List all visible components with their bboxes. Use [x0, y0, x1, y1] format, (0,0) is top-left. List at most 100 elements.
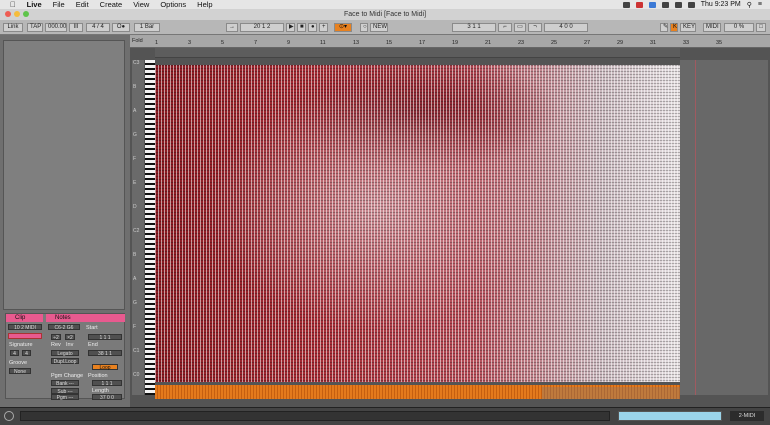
- quantize-dropdown[interactable]: 1 Bar: [134, 23, 160, 32]
- ruler-mark: 23: [518, 40, 525, 46]
- loop-length-field[interactable]: 4 0 0: [544, 23, 588, 32]
- track-name-badge[interactable]: 2-MIDI: [730, 411, 764, 421]
- key-label: A: [133, 276, 137, 282]
- ruler-mark: 15: [386, 40, 393, 46]
- menu-view[interactable]: View: [133, 0, 149, 9]
- timeline-ruler[interactable]: Fold 1 3 5 7 9 11 13 15 17 19 21 23 25 27 29 31 33 35: [130, 35, 770, 48]
- draw-mode-icon[interactable]: ✎: [660, 23, 668, 32]
- length-field[interactable]: 37 0 0: [92, 394, 122, 401]
- groove-label: Groove: [9, 360, 28, 366]
- clip-name-field[interactable]: 10 2 MIDI: [8, 324, 42, 331]
- screen-icon[interactable]: [622, 1, 630, 8]
- start-field[interactable]: 1 1 1: [88, 334, 122, 341]
- key-map-button[interactable]: KEY: [680, 23, 696, 32]
- reverse-button[interactable]: Rev: [51, 342, 61, 348]
- close-icon[interactable]: [5, 11, 11, 17]
- clock-text[interactable]: Thu 9:23 PM: [701, 1, 741, 8]
- link-button[interactable]: Link: [3, 23, 23, 32]
- legato-button[interactable]: Legato: [51, 350, 79, 357]
- fold-button[interactable]: Fold: [132, 38, 143, 44]
- stop-button[interactable]: ■: [297, 23, 306, 32]
- empty-clip-area: [680, 60, 768, 395]
- list-icon[interactable]: ≡: [758, 1, 762, 8]
- wifi-icon[interactable]: [661, 1, 669, 8]
- note-grid[interactable]: [155, 65, 680, 382]
- clip-view: Clip Notes 10 2 MIDI Signature 4 4 Groov…: [5, 313, 125, 401]
- key-label: G: [133, 300, 137, 306]
- groove-dropdown[interactable]: None: [9, 368, 31, 375]
- ruler-mark: 29: [617, 40, 624, 46]
- volume-icon[interactable]: [674, 1, 682, 8]
- loop-end-marker[interactable]: [695, 60, 696, 395]
- search-icon[interactable]: ⚲: [747, 1, 752, 9]
- ruler-mark: 35: [716, 40, 723, 46]
- key-map-icon[interactable]: K: [670, 23, 678, 32]
- menu-file[interactable]: File: [53, 0, 65, 9]
- loop-brace-area[interactable]: [155, 48, 680, 58]
- new-button[interactable]: NEW: [370, 23, 388, 32]
- loop-switch-button[interactable]: ▭: [514, 23, 526, 32]
- punch-in-button[interactable]: ⌐: [498, 23, 512, 32]
- song-position-field[interactable]: 20 1 2: [240, 23, 284, 32]
- clip-header[interactable]: Clip: [6, 314, 43, 322]
- loop-start-field[interactable]: 3 1 1: [452, 23, 496, 32]
- invert-button[interactable]: Inv: [66, 342, 73, 348]
- ruler-mark: 7: [254, 40, 258, 46]
- double-button[interactable]: ×2: [65, 334, 75, 341]
- key-label: C2: [133, 228, 140, 234]
- record-button[interactable]: ●: [308, 23, 317, 32]
- automation-arm-button[interactable]: ⊙▾: [334, 23, 352, 32]
- menu-help[interactable]: Help: [197, 0, 212, 9]
- ruler-mark: 5: [221, 40, 225, 46]
- menu-edit[interactable]: Edit: [76, 0, 89, 9]
- play-button[interactable]: ▶: [286, 23, 295, 32]
- menu-create[interactable]: Create: [100, 0, 123, 9]
- menu-live[interactable]: Live: [27, 0, 42, 9]
- notes-header[interactable]: Notes: [46, 314, 125, 322]
- sig-numerator[interactable]: 4: [10, 350, 19, 357]
- position-field[interactable]: 1 1 1: [92, 380, 122, 387]
- ruler-mark: 1: [155, 40, 159, 46]
- duplicate-loop-button[interactable]: Dupl.Loop: [51, 358, 79, 365]
- key-label: C0: [133, 372, 140, 378]
- clip-color-bar[interactable]: [8, 333, 42, 339]
- midi-map-button[interactable]: MIDI: [703, 23, 721, 32]
- status-text-area: [20, 411, 610, 421]
- signature-label: Signature: [9, 342, 33, 348]
- battery-icon[interactable]: [687, 1, 695, 8]
- key-labels: C3 B A G F E D C2 B A G F C1 C0: [132, 60, 144, 395]
- minimize-icon[interactable]: [14, 11, 20, 17]
- tempo-field[interactable]: 000.00: [45, 23, 67, 32]
- key-label: B: [133, 84, 137, 90]
- sig-denominator[interactable]: 4: [22, 350, 31, 357]
- halve-button[interactable]: ÷2: [51, 334, 61, 341]
- apple-icon[interactable]: : [10, 0, 16, 9]
- time-signature-field[interactable]: 4 / 4: [86, 23, 110, 32]
- key-label: A: [133, 108, 137, 114]
- zoom-icon[interactable]: [23, 11, 29, 17]
- metronome-button[interactable]: O●: [112, 23, 130, 32]
- follow-button[interactable]: →: [226, 23, 238, 32]
- piano-roll-keys[interactable]: [145, 60, 155, 395]
- loop-icon[interactable]: ○: [360, 23, 368, 32]
- ruler-mark: 19: [452, 40, 459, 46]
- record-icon[interactable]: [635, 1, 643, 8]
- info-view-icon[interactable]: [4, 411, 14, 421]
- key-label: F: [133, 156, 137, 162]
- scroll-overview[interactable]: [618, 411, 722, 421]
- overdub-button[interactable]: +: [319, 23, 328, 32]
- loop-button[interactable]: Loop: [92, 364, 118, 371]
- window-title: Face to Midi [Face to Midi]: [343, 11, 427, 18]
- midi-editor: Fold 1 3 5 7 9 11 13 15 17 19 21 23 25 27 29 31 33 35 C3 B…: [130, 35, 770, 407]
- key-label: C3: [133, 60, 140, 66]
- menu-options[interactable]: Options: [160, 0, 186, 9]
- tap-button[interactable]: TAP: [27, 23, 43, 32]
- punch-out-button[interactable]: ¬: [528, 23, 542, 32]
- end-field[interactable]: 38 1 1: [88, 350, 122, 357]
- twitter-icon[interactable]: [648, 1, 656, 8]
- key-label: F: [133, 324, 137, 330]
- bank-field[interactable]: Bank ---: [51, 380, 79, 387]
- pitch-range-field[interactable]: C6-2 G6: [48, 324, 80, 331]
- program-field[interactable]: Pgm ---: [51, 394, 79, 401]
- nudge-button[interactable]: III: [69, 23, 83, 32]
